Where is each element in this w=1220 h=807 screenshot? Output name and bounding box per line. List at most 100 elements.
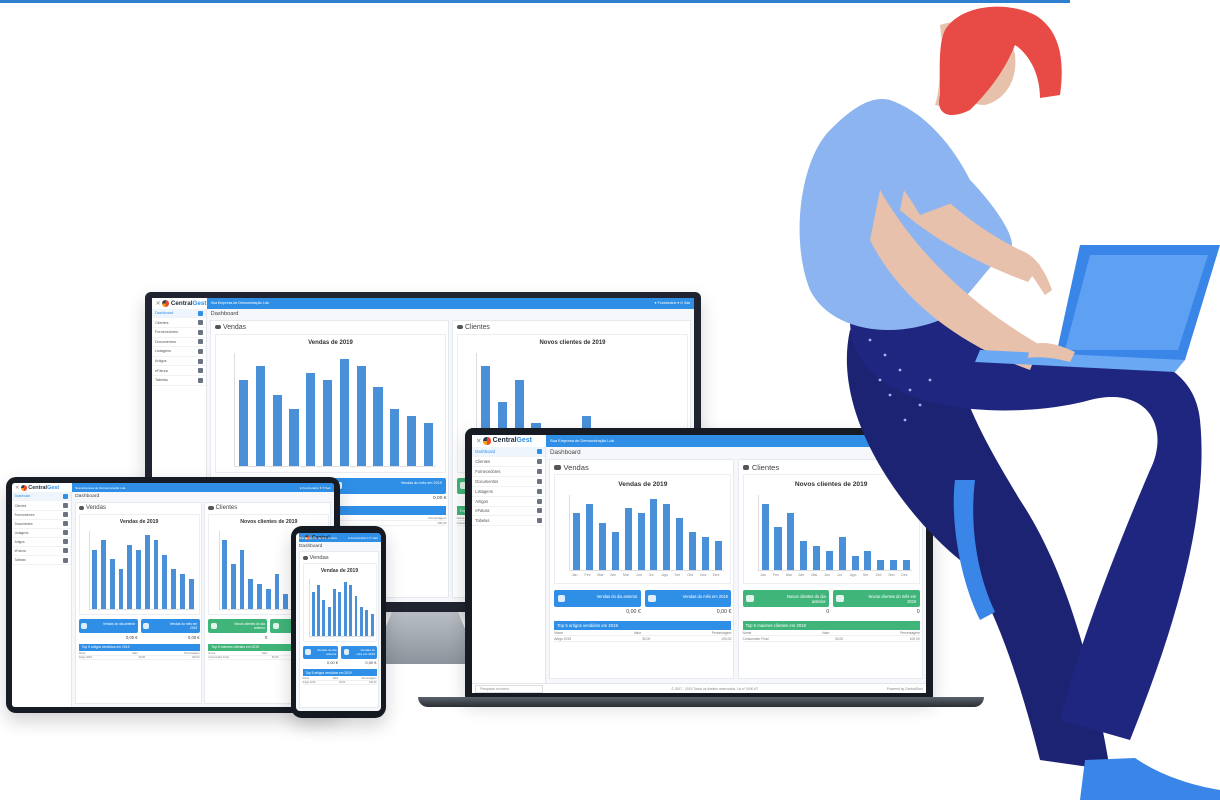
sidebar-item-artigos[interactable]: Artigos [12, 538, 71, 547]
table-column-header: Percentagem [361, 677, 377, 680]
user-name[interactable]: ● Funcionário ▾ [348, 536, 370, 540]
sidebar-item-clientes[interactable]: Clientes [472, 457, 545, 467]
sidebar-item-listagens[interactable]: Listagens [472, 487, 545, 497]
sidebar-item-artigos[interactable]: Artigos [152, 357, 206, 367]
user-menu[interactable]: ● Funcionário ▾ ⏻ Sair [654, 301, 690, 305]
sidebar-item-documentos[interactable]: Documentos [12, 520, 71, 529]
chart-bar [188, 579, 194, 609]
x-tick-label: Jun [635, 573, 642, 578]
sidebar-item-dashboard[interactable]: Dashboard [472, 446, 545, 457]
sales-stat-card[interactable]: Vendas do dia anterior [302, 645, 338, 659]
logout-link[interactable]: ⏻ Sair [680, 301, 690, 305]
table-row[interactable]: Artigo 2019 30,00 100,00 [78, 656, 200, 661]
brand-logo[interactable]: ✕ CentralGest [472, 435, 546, 447]
sidebar-item-label: Fornecedores [475, 468, 501, 474]
chart-bar [239, 549, 245, 609]
sidebar-item-clientes[interactable]: Clientes [12, 501, 71, 511]
logo-icon [162, 300, 170, 307]
user-menu[interactable]: ● Funcionário ▾ ⏻ Sair [300, 486, 331, 490]
chart-bar [338, 592, 342, 636]
menu-search-input[interactable]: Pesquisar no menu [475, 684, 543, 693]
sidebar-item-efatura[interactable]: eFatura [152, 366, 206, 376]
clients-stat-card[interactable]: Novos clientes do dia anterior [208, 619, 268, 633]
sidebar-item-fornecedores[interactable]: Fornecedores [12, 511, 71, 520]
sidebar-item-tabelas[interactable]: Tabelas [472, 516, 545, 527]
sidebar-item-fornecedores[interactable]: Fornecedores [152, 328, 206, 338]
brand-logo[interactable]: ✕ CentralGest [152, 298, 207, 309]
table-cell: Consumidor Final [208, 656, 229, 660]
chart-bar [343, 581, 347, 636]
sales-stat-card[interactable]: Vendas do mês em 2019 [644, 589, 732, 607]
sidebar-item-documentos[interactable]: Documentos [472, 477, 545, 487]
close-menu-icon[interactable]: ✕ [15, 485, 19, 491]
sales-title-text: Vendas [222, 323, 246, 331]
menu-item-icon [198, 339, 203, 345]
sales-stat-card[interactable]: Vendas do mês em 2019 [332, 477, 447, 494]
chart-bar [265, 589, 271, 609]
sales-title-text: Vendas [309, 554, 329, 561]
close-menu-icon[interactable]: ✕ [156, 300, 161, 307]
sidebar-item-clientes[interactable]: Clientes [152, 318, 206, 328]
sales-title-text: Vendas [563, 463, 589, 473]
chart-bars-area [309, 579, 374, 637]
brand-logo[interactable]: ✕ CentralGest [12, 483, 72, 493]
chart-bar [676, 517, 684, 570]
sidebar-item-label: Clientes [14, 503, 27, 508]
logout-link[interactable]: ⏻ Sair [369, 536, 378, 540]
menu-item-icon [198, 310, 203, 316]
chart-bar [586, 503, 594, 570]
sidebar-item-artigos[interactable]: Artigos [472, 497, 545, 507]
logo-text-suffix: Gest [516, 437, 532, 445]
chart-title: Vendas de 2019 [308, 339, 353, 346]
sidebar-item-fornecedores[interactable]: Fornecedores [472, 467, 545, 477]
sidebar-item-tabelas[interactable]: Tabelas [12, 556, 71, 566]
sales-stat-card[interactable]: Vendas do mês em 2019 [341, 645, 377, 659]
user-menu[interactable]: ● Funcionário ▾ ⏻ Sair [348, 536, 378, 540]
sidebar-item-documentos[interactable]: Documentos [152, 338, 206, 348]
logout-link[interactable]: ⏻ Sair [322, 486, 331, 490]
sidebar-item-listagens[interactable]: Listagens [12, 529, 71, 538]
basket-icon [648, 594, 656, 603]
sales-stat-card[interactable]: Vendas do dia anterior [554, 589, 641, 607]
sidebar-item-listagens[interactable]: Listagens [152, 347, 206, 357]
sidebar-item-label: Tabelas [155, 378, 168, 383]
users-icon [742, 464, 750, 471]
sales-table-header: Top 5 artigos vendidos em 2019 [78, 643, 200, 652]
chart-bar [283, 594, 289, 609]
stat-card-label: Novos clientes do dia anterior [234, 622, 265, 631]
chart-title: Novos clientes de 2019 [539, 339, 606, 346]
menu-item-icon [63, 493, 69, 499]
menu-item-icon [198, 358, 203, 364]
chart-bar [774, 527, 782, 570]
sales-stat-card[interactable]: Vendas do mês em 2019 [140, 619, 200, 633]
table-row[interactable]: Artigo 2019 30,00 100,00 [554, 636, 732, 642]
menu-item-icon [536, 508, 542, 514]
user-name[interactable]: ● Funcionário ▾ [654, 301, 680, 305]
user-name[interactable]: ● Funcionário ▾ [300, 486, 322, 490]
menu-item-icon [63, 557, 69, 563]
sidebar-item-efatura[interactable]: eFatura [12, 547, 71, 557]
company-name: Sua Empresa de Demonstração Lda [75, 485, 126, 490]
users-icon [745, 594, 754, 603]
sidebar-item-label: Dashboard [14, 494, 31, 499]
sidebar-item-label: Listagens [155, 349, 171, 354]
sidebar-item-label: Clientes [155, 320, 169, 325]
sidebar-item-label: eFatura [14, 548, 26, 553]
chart-container: Vendas de 2019 [214, 333, 447, 474]
sidebar-item-efatura[interactable]: eFatura [472, 507, 545, 517]
sidebar-item-dashboard[interactable]: Dashboard [12, 492, 71, 502]
tablet-device: ✕ CentralGest Sua Empresa de Demonstração … [6, 477, 340, 713]
table-cell: Artigo 2019 [554, 636, 572, 641]
sales-stat-card[interactable]: Vendas do dia anterior [78, 619, 138, 633]
phone-screen: ✕CentralGestSua Empresa de Demonstração … [296, 533, 381, 711]
basket-icon [81, 623, 88, 630]
close-menu-icon[interactable]: ✕ [476, 437, 482, 445]
sidebar-item-tabelas[interactable]: Tabelas [152, 376, 206, 386]
table-column-header: Percentagem [428, 515, 447, 520]
sidebar-item-dashboard[interactable]: Dashboard [152, 308, 206, 319]
menu-item-icon [198, 320, 203, 326]
chart-container: Vendas de 2019 [302, 563, 377, 642]
table-column-header: Nome [554, 631, 564, 636]
table-row[interactable]: Artigo 2019 30,00 100,00 [302, 681, 377, 685]
table-column-header: Nome [78, 652, 86, 656]
